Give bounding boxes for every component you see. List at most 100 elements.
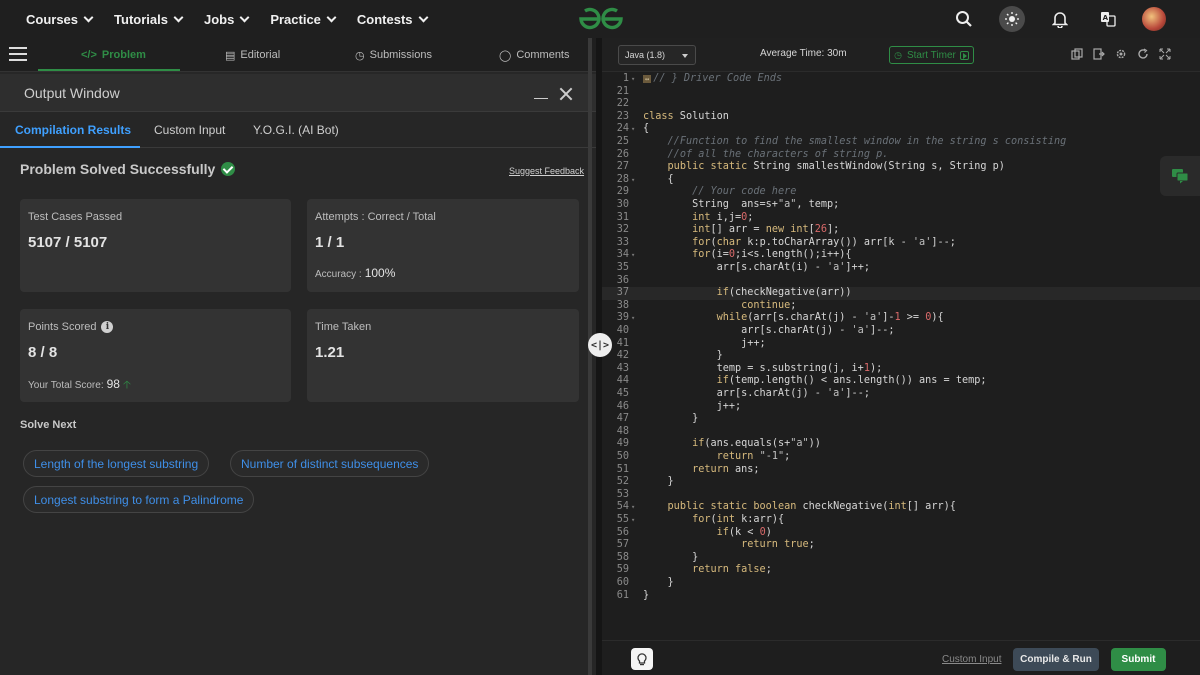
- avatar[interactable]: [1142, 7, 1166, 31]
- top-navbar: Courses Tutorials Jobs Practice Contests…: [0, 0, 1200, 38]
- tab-comments[interactable]: ◯ Comments: [499, 38, 570, 72]
- fold-chevron-icon[interactable]: ▾: [631, 312, 635, 325]
- code-line: 45 arr[s.charAt(j) - 'a']--;: [602, 388, 1200, 401]
- submit-button[interactable]: Submit: [1111, 648, 1166, 671]
- code-text: // Your code here: [692, 186, 797, 198]
- code-icon: </>: [81, 49, 97, 61]
- fold-chevron-icon[interactable]: ▾: [631, 174, 635, 187]
- line-number: 22: [616, 98, 629, 110]
- line-number: 60: [616, 577, 629, 588]
- code-line: 35 arr[s.charAt(i) - 'a']++;: [602, 262, 1200, 275]
- gfg-logo-icon[interactable]: [577, 6, 625, 32]
- line-number: 38: [616, 299, 629, 311]
- tab-comments-label: Comments: [516, 49, 570, 61]
- gear-icon[interactable]: [1115, 48, 1127, 60]
- line-number: 46: [616, 400, 629, 412]
- chat-icon[interactable]: [1160, 156, 1200, 196]
- tab-submissions[interactable]: ◷ Submissions: [355, 38, 432, 72]
- tab-editorial-label: Editorial: [240, 49, 281, 61]
- line-number: 45: [616, 388, 629, 399]
- fold-chevron-icon[interactable]: ▾: [631, 514, 635, 527]
- fold-chevron-icon[interactable]: ▾: [631, 123, 635, 136]
- status-text: Problem Solved Successfully: [20, 161, 216, 177]
- start-timer-button[interactable]: ◷ Start Timer: [889, 46, 974, 64]
- code-text: while(arr[s.charAt(j) - 'a']-1 >= 0){: [716, 312, 944, 324]
- tab-editorial[interactable]: ▤ Editorial: [225, 38, 280, 72]
- hamburger-menu-icon[interactable]: [9, 47, 27, 61]
- fold-chevron-icon[interactable]: ▾: [631, 249, 635, 262]
- clock-icon: ◷: [355, 49, 365, 62]
- code-editor[interactable]: 1 ▾ ↔// } Driver Code Ends 21 22 23 class Solu…: [602, 72, 1200, 640]
- code-text: return true;: [741, 539, 815, 551]
- resize-handle-icon[interactable]: <|>: [588, 333, 612, 357]
- nav-practice[interactable]: Practice: [270, 12, 337, 27]
- minimize-icon[interactable]: [534, 98, 548, 99]
- nav-tutorials-label: Tutorials: [114, 11, 168, 27]
- tab-yogi-ai-bot[interactable]: Y.O.G.I. (AI Bot): [253, 123, 339, 137]
- line-number: 56: [616, 526, 629, 538]
- fold-chevron-icon[interactable]: ▾: [631, 501, 635, 514]
- chevron-down-icon: [239, 12, 250, 22]
- bell-icon[interactable]: [1047, 6, 1073, 32]
- code-line: 53: [602, 489, 1200, 502]
- reset-icon[interactable]: [1137, 48, 1149, 60]
- code-line: 32 int[] arr = new int[26];: [602, 224, 1200, 237]
- code-text: arr[s.charAt(j) - 'a']--;: [643, 325, 895, 336]
- line-number: 32: [616, 224, 629, 236]
- lightbulb-icon[interactable]: [631, 648, 653, 670]
- close-icon[interactable]: [559, 87, 573, 101]
- fold-chevron-icon[interactable]: ▾: [631, 73, 635, 86]
- editor-pane: Java (1.8) Average Time: 30m ◷ Start Time…: [602, 38, 1200, 675]
- code-line: 41 j++;: [602, 338, 1200, 351]
- solve-next-chip[interactable]: Number of distinct subsequences: [230, 450, 430, 477]
- folded-region-icon[interactable]: ↔: [643, 75, 652, 83]
- copy-icon[interactable]: [1071, 48, 1083, 60]
- solve-next-chip[interactable]: Longest substring to form a Palindrome: [23, 486, 255, 513]
- arrow-up-icon: 🡡: [122, 379, 131, 391]
- code-line: 61}: [602, 590, 1200, 603]
- chevron-down-icon: [326, 12, 337, 22]
- tab-problem-label: Problem: [101, 49, 146, 61]
- sun-icon[interactable]: [999, 6, 1025, 32]
- line-number: 33: [616, 236, 629, 248]
- tab-compilation-results[interactable]: Compilation Results: [15, 123, 131, 137]
- export-icon[interactable]: [1093, 48, 1105, 60]
- code-line: 29 // Your code here: [602, 186, 1200, 199]
- info-icon[interactable]: i: [101, 321, 114, 333]
- tab-submissions-label: Submissions: [369, 49, 432, 61]
- nav-tutorials[interactable]: Tutorials: [114, 11, 184, 27]
- code-line: 59 return false;: [602, 564, 1200, 577]
- code-text: continue;: [741, 299, 797, 311]
- time-taken-value: 1.21: [315, 344, 345, 361]
- nav-courses[interactable]: Courses: [26, 12, 94, 27]
- code-text: //of all the characters of string p.: [667, 148, 889, 160]
- line-number: 35: [616, 262, 629, 273]
- code-text: public static boolean checkNegative(int[…: [667, 501, 956, 513]
- line-number: 47: [616, 413, 629, 425]
- solve-next-chip[interactable]: Length of the longest substring: [23, 450, 210, 477]
- fullscreen-icon[interactable]: [1159, 48, 1171, 60]
- average-time: Average Time: 30m: [760, 48, 847, 59]
- code-text: ↔// } Driver Code Ends: [643, 73, 783, 84]
- language-value: Java (1.8): [625, 50, 666, 60]
- nav-jobs[interactable]: Jobs: [204, 12, 250, 27]
- language-select[interactable]: Java (1.8): [618, 45, 696, 65]
- custom-input-link[interactable]: Custom Input: [942, 654, 1001, 665]
- chevron-down-icon: [418, 12, 428, 22]
- line-number: 30: [616, 199, 629, 210]
- code-text: {: [643, 123, 650, 135]
- tab-custom-input[interactable]: Custom Input: [154, 123, 225, 137]
- editor-footer: Custom Input Compile & Run Submit: [602, 640, 1200, 675]
- scrollbar[interactable]: [588, 38, 592, 675]
- code-text: if(temp.length() < ans.length()) ans = t…: [716, 375, 987, 387]
- code-line: 1 ▾ ↔// } Driver Code Ends: [602, 73, 1200, 86]
- compile-run-button[interactable]: Compile & Run: [1013, 648, 1099, 671]
- top-icons: A: [940, 0, 1200, 38]
- search-icon[interactable]: [951, 6, 977, 32]
- code-line: 60 }: [602, 577, 1200, 590]
- nav-contests[interactable]: Contests: [357, 12, 428, 27]
- translate-icon[interactable]: A: [1095, 6, 1121, 32]
- suggest-feedback-link[interactable]: Suggest Feedback: [509, 166, 584, 176]
- test-cases-label: Test Cases Passed: [28, 211, 123, 223]
- tab-problem[interactable]: </> Problem: [81, 38, 146, 72]
